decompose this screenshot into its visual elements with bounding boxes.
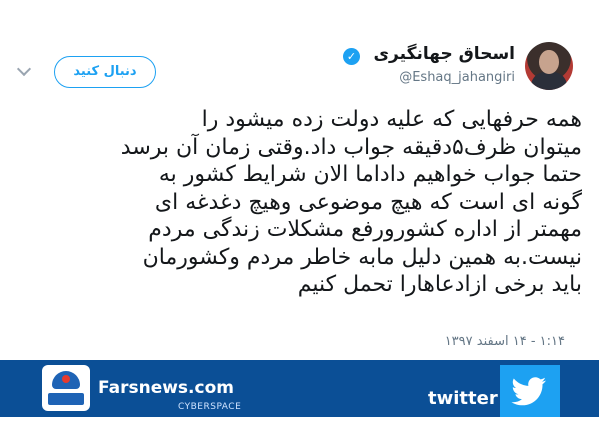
tweet-text-line: باید برخی ازادعاهارا تحمل کنیم <box>297 272 582 297</box>
avatar-face-shape <box>539 50 559 74</box>
tweet-text-line: همه حرفهایی که علیه دولت زده میشود را <box>201 107 582 132</box>
farsnews-logo-icon <box>42 365 90 411</box>
tweet-text-line: گونه ای است که هیچ موضوعی وهیچ دغدغه ای <box>154 189 582 215</box>
tweet-text-line: نیست.به همین دلیل مابه خاطر مردم وکشورما… <box>142 244 582 270</box>
tweet-text-line: میتوان ظرف۵دقیقه جواب داد.وقتی زمان آن ب… <box>120 134 582 160</box>
twitter-bird-icon <box>511 377 546 406</box>
tweet-text-line: مهمتر از اداره کشورورفع مشکلات زندگی مرد… <box>148 217 582 242</box>
author-avatar[interactable] <box>525 42 573 90</box>
chevron-down-icon[interactable] <box>16 61 32 77</box>
twitter-logo-box <box>500 365 560 417</box>
tweet-text: همه حرفهایی که علیه دولت زده میشود را می… <box>20 106 582 299</box>
logo-base-shape <box>48 393 84 405</box>
avatar-suit-shape <box>531 72 567 90</box>
author-handle[interactable]: @Eshaq_jahangiri <box>399 70 515 85</box>
farsnews-section-label: CYBERSPACE <box>178 402 242 412</box>
tweet-card: اسحاق جهانگیری ✓ @Eshaq_jahangiri دنبال … <box>0 0 599 360</box>
follow-button[interactable]: دنبال کنید <box>54 56 156 88</box>
author-name[interactable]: اسحاق جهانگیری <box>373 44 515 64</box>
twitter-label: twitter <box>428 388 498 409</box>
logo-dot-shape <box>62 375 70 383</box>
tweet-timestamp[interactable]: ۱:۱۴ - ۱۴ اسفند ۱۳۹۷ <box>445 334 565 349</box>
farsnews-site-name: Farsnews.com <box>98 378 234 398</box>
tweet-text-line: حتما جواب خواهیم داداما الان شرایط کشور … <box>158 162 582 187</box>
verified-badge-icon: ✓ <box>343 48 360 65</box>
